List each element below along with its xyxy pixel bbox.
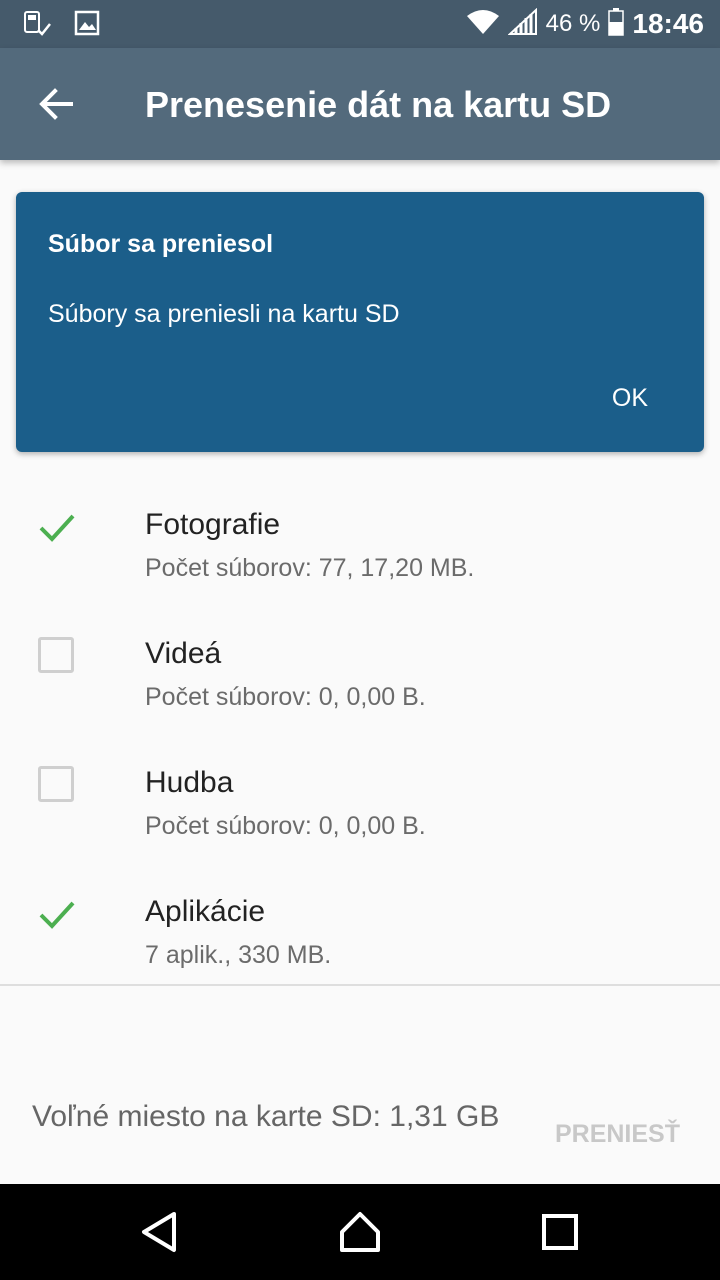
sd-card-icon bbox=[22, 10, 52, 43]
checkbox[interactable] bbox=[38, 637, 74, 673]
clock: 18:46 bbox=[632, 8, 704, 39]
list-item-videos[interactable]: Videá Počet súborov: 0, 0,00 B. bbox=[0, 617, 720, 737]
item-subtitle: Počet súborov: 0, 0,00 B. bbox=[145, 683, 426, 711]
nav-back-button[interactable] bbox=[136, 1208, 184, 1256]
transfer-button[interactable]: PRENIESŤ bbox=[555, 1120, 680, 1149]
ok-button[interactable]: OK bbox=[612, 384, 648, 413]
signal-icon bbox=[507, 7, 538, 41]
item-title: Aplikácie bbox=[145, 895, 266, 928]
list-item-music[interactable]: Hudba Počet súborov: 0, 0,00 B. bbox=[0, 746, 720, 866]
checkmark-icon[interactable] bbox=[38, 895, 76, 933]
item-subtitle: 7 aplik., 330 MB. bbox=[145, 941, 332, 969]
battery-icon bbox=[608, 7, 625, 41]
navigation-bar bbox=[0, 1184, 720, 1280]
nav-home-button[interactable] bbox=[336, 1208, 384, 1256]
back-button[interactable] bbox=[28, 78, 84, 134]
home-icon bbox=[336, 1212, 384, 1260]
dialog-title: Súbor sa preniesol bbox=[48, 230, 274, 258]
divider bbox=[0, 984, 720, 986]
item-title: Videá bbox=[145, 637, 222, 670]
page-title: Prenesenie dát na kartu SD bbox=[145, 84, 612, 125]
wifi-icon bbox=[466, 8, 500, 41]
list-item-apps[interactable]: Aplikácie 7 aplik., 330 MB. bbox=[0, 875, 720, 995]
checkbox[interactable] bbox=[38, 766, 74, 802]
item-subtitle: Počet súborov: 77, 17,20 MB. bbox=[145, 554, 475, 582]
item-title: Hudba bbox=[145, 766, 234, 799]
checkmark-icon[interactable] bbox=[38, 508, 76, 546]
list-item-photos[interactable]: Fotografie Počet súborov: 77, 17,20 MB. bbox=[0, 488, 720, 608]
transfer-complete-dialog: Súbor sa preniesol Súbory sa preniesli n… bbox=[16, 192, 704, 452]
app-bar: Prenesenie dát na kartu SD bbox=[0, 48, 720, 160]
item-title: Fotografie bbox=[145, 508, 281, 541]
triangle-back-icon bbox=[136, 1212, 184, 1260]
dialog-message: Súbory sa preniesli na kartu SD bbox=[48, 300, 400, 328]
nav-recents-button[interactable] bbox=[536, 1208, 584, 1256]
free-space-label: Voľné miesto na karte SD: 1,31 GB bbox=[32, 1100, 500, 1133]
item-subtitle: Počet súborov: 0, 0,00 B. bbox=[145, 812, 426, 840]
square-recents-icon bbox=[536, 1214, 584, 1260]
status-bar: 46 % 18:46 bbox=[0, 0, 720, 48]
image-icon bbox=[74, 10, 100, 43]
arrow-back-icon bbox=[39, 87, 73, 126]
battery-percent: 46 % bbox=[545, 10, 601, 37]
